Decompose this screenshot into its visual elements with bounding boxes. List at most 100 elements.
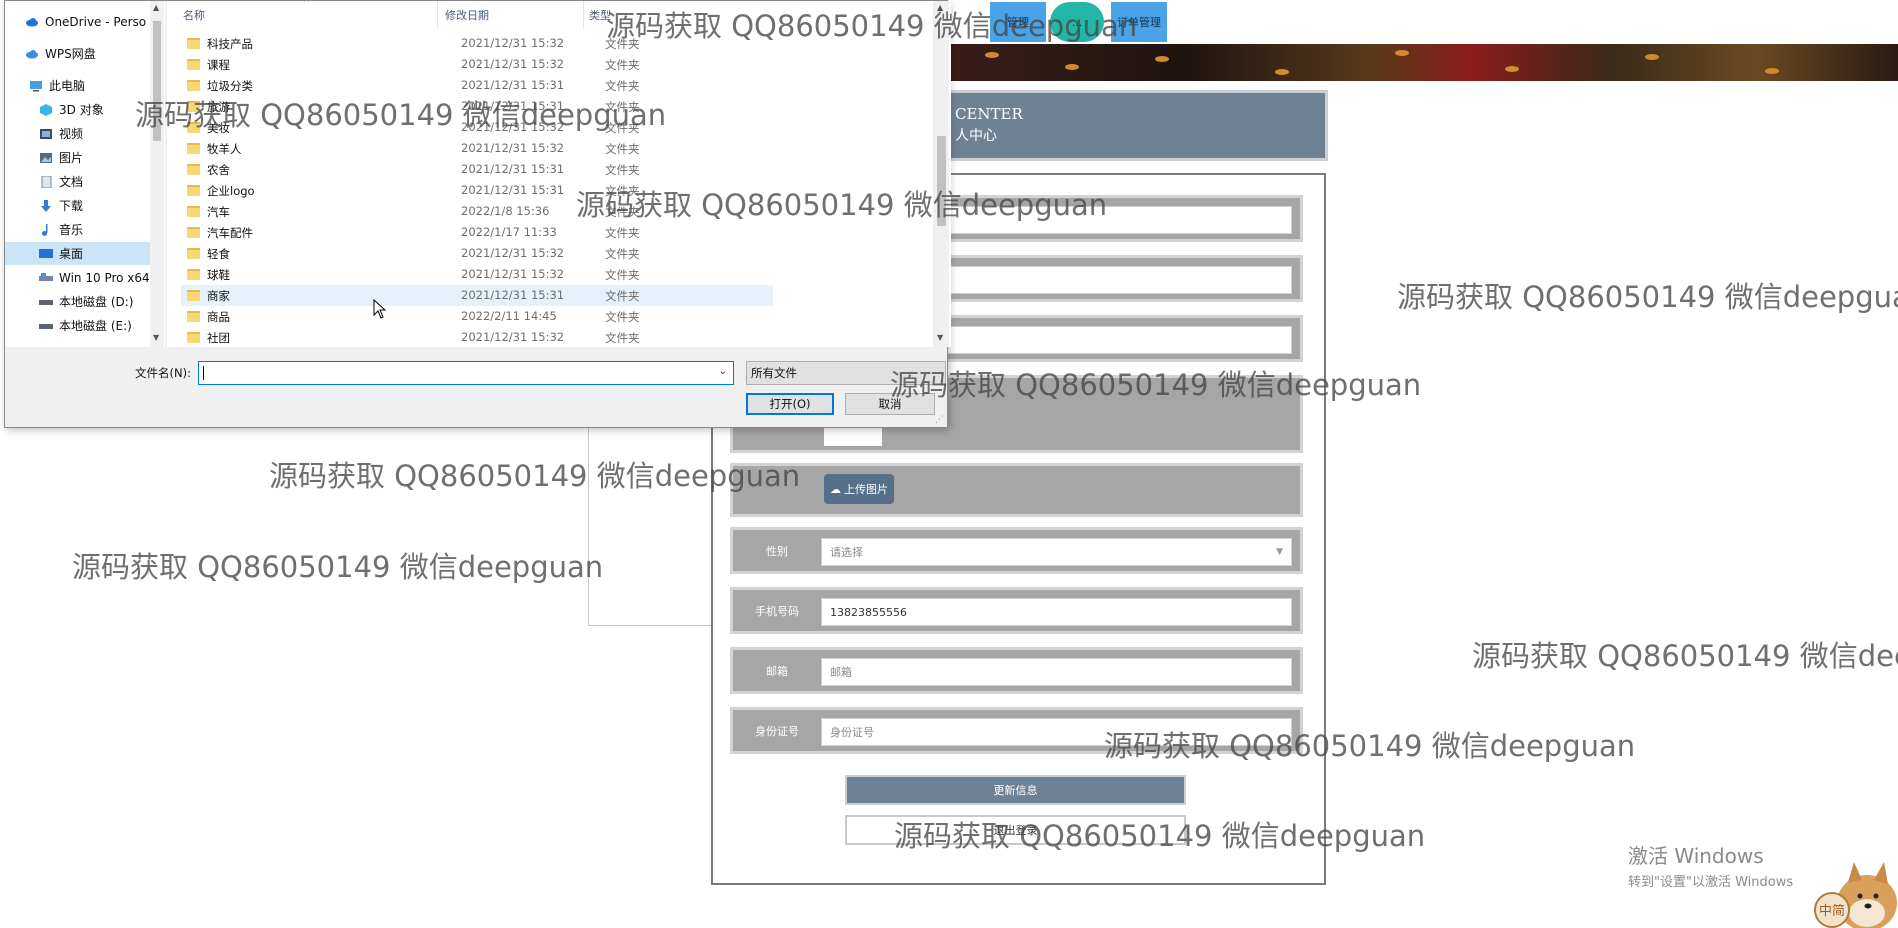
file-type: 文件夹 [605, 226, 640, 240]
folder-icon [187, 80, 200, 91]
text-caret [203, 366, 204, 380]
nav-item-label: 3D 对象 [59, 103, 104, 117]
file-type: 文件夹 [605, 331, 640, 345]
file-date: 2021/12/31 15:32 [461, 36, 565, 50]
center-title-en: CENTER [955, 105, 1023, 123]
file-name: 农舍 [207, 163, 230, 177]
nav-item-label: 音乐 [59, 223, 84, 237]
music-icon [42, 223, 48, 236]
file-date: 2022/2/11 14:45 [461, 309, 557, 323]
cloud-icon [26, 17, 38, 26]
filename-label: 文件名(N): [135, 366, 191, 380]
nav-item-label: 图片 [59, 151, 84, 165]
file-type: 文件夹 [605, 268, 640, 282]
nav-item-onedrive[interactable]: OneDrive - Perso [25, 10, 170, 33]
mascot-badge-text: 中简 [1819, 903, 1845, 919]
nav-item-label: 下载 [59, 199, 84, 213]
watermark: 源码获取 QQ86050149 微信deepguan [72, 550, 604, 584]
email-row: 邮箱 邮箱 [730, 647, 1303, 694]
avatar-preview [824, 426, 882, 446]
file-date: 2021/12/31 15:32 [461, 267, 565, 281]
file-date: 2021/12/31 15:31 [461, 78, 565, 92]
nav-item-label: 本地磁盘 (E:) [59, 319, 132, 333]
activate-windows-subtitle: 转到"设置"以激活 Windows [1628, 875, 1794, 890]
file-type: 文件夹 [605, 289, 640, 303]
open-button[interactable]: 打开(O) [746, 393, 834, 415]
file-name: 企业logo [207, 184, 255, 198]
watermark: 源码获取 QQ86050149 微信deepguan [1104, 729, 1636, 763]
folder-icon [187, 143, 200, 154]
file-date: 2021/12/31 15:31 [461, 183, 565, 197]
watermark: 源码获取 QQ86050149 微信deepguan [894, 819, 1426, 853]
watermark: 源码获取 QQ86050149 微信deepguan [606, 9, 1138, 43]
column-separator[interactable] [437, 1, 438, 29]
chevron-down-icon[interactable]: ⌄ [719, 366, 727, 377]
file-list-scrollbar[interactable]: ▲ ▼ [933, 1, 949, 347]
file-row[interactable]: 轻食 2021/12/31 15:32 文件夹 [181, 243, 773, 264]
file-name: 社团 [207, 331, 230, 345]
file-row[interactable]: 社团 2021/12/31 15:32 文件夹 [181, 327, 773, 348]
watermark: 源码获取 QQ86050149 微信deepguan [1397, 280, 1898, 314]
file-name: 牧羊人 [207, 142, 242, 156]
nav-item-label: 文档 [59, 175, 84, 189]
file-row[interactable]: 商品 2022/2/11 14:45 文件夹 [181, 306, 773, 327]
nav-item-label: 此电脑 [49, 79, 86, 93]
file-row[interactable]: 农舍 2021/12/31 15:31 文件夹 [181, 159, 773, 180]
filename-input[interactable]: ⌄ [198, 361, 734, 385]
file-name: 商品 [207, 310, 230, 324]
folder-icon [187, 38, 200, 49]
scroll-down-icon[interactable]: ▼ [937, 333, 943, 342]
nav-item-desktop[interactable]: 桌面 [5, 242, 161, 265]
cube-icon [40, 103, 52, 116]
nav-pane-scrollbar[interactable]: ▲ ▼ [150, 1, 164, 347]
image-icon [40, 152, 52, 163]
cloud-upload-icon: ☁ [830, 482, 841, 496]
upload-image-button[interactable]: ☁ 上传图片 [824, 474, 894, 504]
update-info-button[interactable]: 更新信息 [845, 775, 1186, 805]
file-date: 2021/12/31 15:32 [461, 57, 565, 71]
resize-grip-icon[interactable]: ⋰ [935, 415, 944, 425]
file-row[interactable]: 商家 2021/12/31 15:31 文件夹 [181, 285, 773, 306]
file-date: 2021/12/31 15:31 [461, 288, 565, 302]
center-title-cn: 人中心 [955, 128, 997, 144]
file-name: 课程 [207, 58, 230, 72]
phone-input[interactable]: 13823855556 [821, 598, 1292, 626]
file-row[interactable]: 课程 2021/12/31 15:32 文件夹 [181, 54, 773, 75]
watermark: 源码获取 QQ86050149 微信deepguan [890, 368, 1422, 402]
file-date: 2022/1/8 15:36 [461, 204, 550, 218]
drive-icon [39, 323, 53, 329]
file-name: 轻食 [207, 247, 230, 261]
file-type: 文件夹 [605, 163, 640, 177]
watermark: 源码获取 QQ86050149 微信deepguan [576, 188, 1108, 222]
file-date: 2022/1/17 11:33 [461, 225, 557, 239]
nav-item-wps[interactable]: WPS网盘 [25, 42, 170, 65]
document-icon [41, 175, 52, 188]
dog-mascot-icon: 中简 [1814, 862, 1897, 928]
folder-icon [187, 185, 200, 196]
file-date: 2021/12/31 15:32 [461, 141, 565, 155]
folder-icon [187, 269, 200, 280]
folder-icon [187, 164, 200, 175]
nav-item-label: 桌面 [59, 247, 84, 261]
file-row[interactable]: 汽车配件 2022/1/17 11:33 文件夹 [181, 222, 773, 243]
watermark: 源码获取 QQ86050149 微信deepguan [1472, 639, 1898, 673]
column-separator[interactable] [583, 1, 584, 29]
folder-icon [187, 227, 200, 238]
gender-select[interactable]: 请选择 ▼ [821, 538, 1292, 566]
column-header-modified[interactable]: 修改日期 [445, 7, 489, 23]
file-date: 2021/12/31 15:32 [461, 246, 565, 260]
nav-item-label: Win 10 Pro x64 [59, 270, 150, 285]
scroll-down-icon[interactable]: ▼ [153, 333, 159, 342]
file-row[interactable]: 球鞋 2021/12/31 15:32 文件夹 [181, 264, 773, 285]
file-name: 商家 [207, 289, 230, 303]
scroll-up-icon[interactable]: ▲ [153, 3, 159, 12]
email-input[interactable]: 邮箱 [821, 658, 1292, 686]
file-date: 2021/12/31 15:32 [461, 330, 565, 344]
nav-item-label: 视频 [59, 127, 84, 141]
file-row[interactable]: 牧羊人 2021/12/31 15:32 文件夹 [181, 138, 773, 159]
activate-windows-title: 激活 Windows [1628, 844, 1764, 868]
file-date: 2021/12/31 15:31 [461, 162, 565, 176]
desktop-icon [39, 248, 53, 258]
upload-image-label: 上传图片 [844, 483, 888, 496]
column-header-name[interactable]: 名称 [183, 7, 205, 23]
